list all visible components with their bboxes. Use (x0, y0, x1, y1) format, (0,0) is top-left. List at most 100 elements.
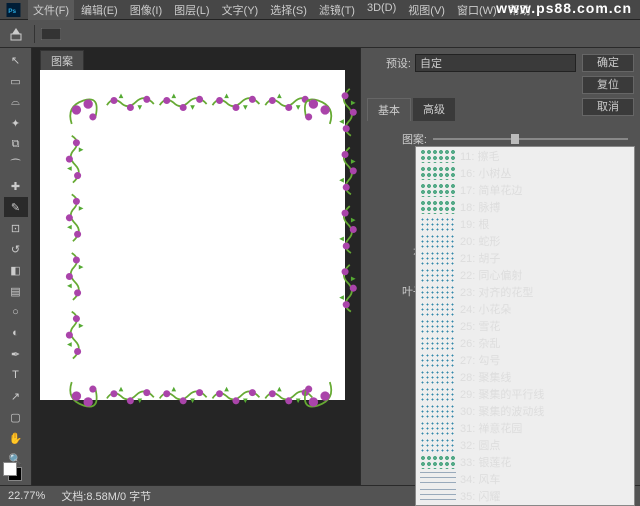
menu-item[interactable]: 图层(L) (169, 0, 214, 20)
cancel-button[interactable]: 取消 (582, 98, 634, 116)
pattern-thumb (420, 438, 456, 452)
eraser-tool[interactable]: ◧ (4, 260, 28, 280)
toolbox: ↖ ▭ ⌓ ✦ ⧉ ⁀ ✚ ✎ ⊡ ↺ ◧ ▤ ○ ◐ ✒ T ↗ ▢ ✋ 🔍 (0, 48, 32, 488)
pattern-option[interactable]: 25: 雪花 (416, 317, 634, 334)
pattern-label: 29: 聚集的平行线 (460, 386, 544, 402)
pattern-option[interactable]: 20: 蛇形 (416, 232, 634, 249)
pattern-label: 34: 风车 (460, 471, 500, 487)
gradient-tool[interactable]: ▤ (4, 281, 28, 301)
tab-advanced[interactable]: 高级 (413, 98, 455, 121)
menu-item[interactable]: 文字(Y) (217, 0, 264, 20)
slider[interactable] (433, 138, 628, 140)
pattern-thumb (420, 370, 456, 384)
history-brush-tool[interactable]: ↺ (4, 239, 28, 259)
pattern-thumb (420, 319, 456, 333)
pattern-option[interactable]: 32: 圆点 (416, 436, 634, 453)
hand-tool[interactable]: ✋ (4, 428, 28, 448)
pattern-option[interactable]: 17: 简单花边 (416, 181, 634, 198)
dodge-tool[interactable]: ◐ (4, 323, 28, 343)
pattern-thumb (420, 251, 456, 265)
menu-item[interactable]: 图像(I) (125, 0, 167, 20)
color-swatch[interactable] (6, 465, 26, 481)
pattern-option[interactable]: 31: 禅意花园 (416, 419, 634, 436)
doc-info: 文档:8.58M/0 字节 (61, 488, 151, 504)
pattern-option[interactable]: 24: 小花朵 (416, 300, 634, 317)
heal-tool[interactable]: ✚ (4, 176, 28, 196)
menu-item[interactable]: 文件(F) (28, 0, 74, 20)
marquee-tool[interactable]: ▭ (4, 71, 28, 91)
pattern-option[interactable]: 29: 聚集的平行线 (416, 385, 634, 402)
pattern-option[interactable]: 35: 闪耀 (416, 487, 634, 504)
zoom-level: 22.77% (8, 490, 45, 502)
pattern-option[interactable]: 28: 聚集线 (416, 368, 634, 385)
stamp-tool[interactable]: ⊡ (4, 218, 28, 238)
pattern-thumb (420, 285, 456, 299)
menu-item[interactable]: 编辑(E) (76, 0, 123, 20)
pattern-label: 23: 对齐的花型 (460, 284, 533, 300)
pattern-option[interactable]: 23: 对齐的花型 (416, 283, 634, 300)
pattern-option[interactable]: 33: 银莲花 (416, 453, 634, 470)
shape-tool[interactable]: ▢ (4, 407, 28, 427)
pattern-dropdown[interactable]: 11: 擦毛16: 小树丛17: 简单花边18: 脉搏19: 根20: 蛇形21… (415, 146, 635, 506)
divider (34, 25, 35, 43)
eyedropper-tool[interactable]: ⁀ (4, 155, 28, 175)
menu-item[interactable]: 3D(D) (362, 0, 401, 20)
pattern-option[interactable]: 19: 根 (416, 215, 634, 232)
crop-tool[interactable]: ⧉ (4, 134, 28, 154)
tool-preset-icon[interactable] (6, 22, 30, 46)
pattern-option[interactable]: 26: 杂乱 (416, 334, 634, 351)
preset-select[interactable]: 自定 (415, 54, 576, 72)
app-logo: Ps (5, 3, 22, 17)
pattern-thumb (420, 149, 456, 163)
move-tool[interactable]: ↖ (4, 50, 28, 70)
blur-tool[interactable]: ○ (4, 302, 28, 322)
pattern-label: 17: 简单花边 (460, 182, 522, 198)
pattern-option[interactable]: 22: 同心偏射 (416, 266, 634, 283)
brush-swatch-icon[interactable] (39, 22, 63, 46)
pattern-label: 31: 禅意花园 (460, 420, 522, 436)
pattern-option[interactable]: 34: 风车 (416, 470, 634, 487)
path-tool[interactable]: ↗ (4, 386, 28, 406)
pattern-thumb (420, 302, 456, 316)
pen-tool[interactable]: ✒ (4, 344, 28, 364)
pattern-thumb (420, 353, 456, 367)
workspace: ↖ ▭ ⌓ ✦ ⧉ ⁀ ✚ ✎ ⊡ ↺ ◧ ▤ ○ ◐ ✒ T ↗ ▢ ✋ 🔍 … (0, 48, 640, 488)
pattern-option[interactable]: 18: 脉搏 (416, 198, 634, 215)
pattern-option[interactable]: 21: 胡子 (416, 249, 634, 266)
pattern-thumb (420, 336, 456, 350)
watermark: www.ps88.com.cn (496, 0, 632, 16)
frame-artwork (60, 88, 365, 418)
tab-basic[interactable]: 基本 (367, 98, 411, 121)
ok-button[interactable]: 确定 (582, 54, 634, 72)
preset-label: 预设: (367, 55, 411, 71)
lasso-tool[interactable]: ⌓ (4, 92, 28, 112)
pattern-thumb (420, 404, 456, 418)
pattern-thumb (420, 489, 456, 503)
type-tool[interactable]: T (4, 365, 28, 385)
pattern-thumb (420, 421, 456, 435)
pattern-label: 24: 小花朵 (460, 301, 511, 317)
menu-item[interactable]: 滤镜(T) (314, 0, 360, 20)
pattern-option[interactable]: 11: 擦毛 (416, 147, 634, 164)
menu-item[interactable]: 窗口(W) (452, 0, 502, 20)
svg-text:Ps: Ps (8, 7, 16, 14)
canvas[interactable] (40, 70, 345, 400)
pattern-thumb (420, 200, 456, 214)
pattern-label: 33: 银莲花 (460, 454, 511, 470)
options-bar (0, 20, 640, 48)
menu-item[interactable]: 选择(S) (265, 0, 312, 20)
menu-item[interactable]: 视图(V) (403, 0, 450, 20)
menu-items: 文件(F)编辑(E)图像(I)图层(L)文字(Y)选择(S)滤镜(T)3D(D)… (28, 0, 536, 20)
settings-panel: 预设: 自定 确定 复位 基本 高级 取消 图案:顶排花:叶子: 11: 擦毛1… (360, 48, 640, 488)
pattern-label: 16: 小树丛 (460, 165, 511, 181)
brush-tool[interactable]: ✎ (4, 197, 28, 217)
pattern-label: 22: 同心偏射 (460, 267, 522, 283)
canvas-area: 图案 (32, 48, 360, 488)
pattern-label: 32: 圆点 (460, 437, 500, 453)
reset-button[interactable]: 复位 (582, 76, 634, 94)
pattern-option[interactable]: 16: 小树丛 (416, 164, 634, 181)
pattern-thumb (420, 268, 456, 282)
pattern-option[interactable]: 30: 聚集的波动线 (416, 402, 634, 419)
pattern-option[interactable]: 27: 勾号 (416, 351, 634, 368)
wand-tool[interactable]: ✦ (4, 113, 28, 133)
